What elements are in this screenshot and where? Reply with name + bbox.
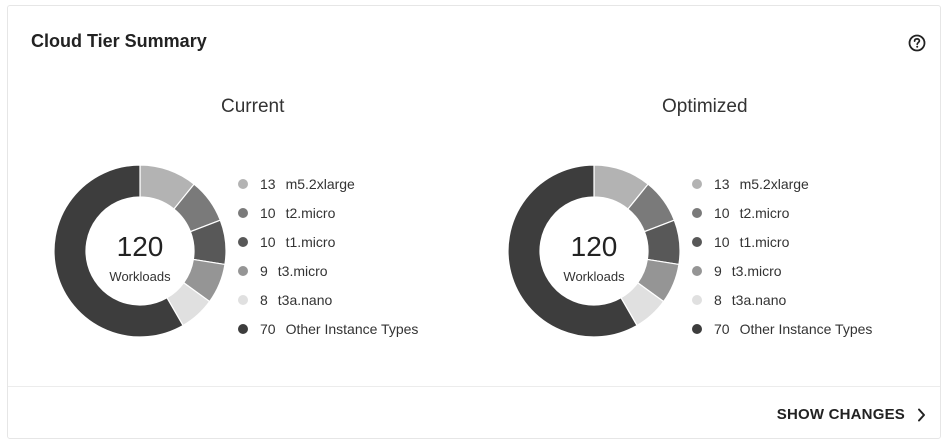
legend-label: Other Instance Types: [285, 320, 419, 337]
legend-item: 10 t2.micro: [238, 198, 418, 227]
legend-swatch: [238, 178, 248, 189]
legend-swatch: [692, 178, 702, 189]
legend-label: t3.micro: [731, 262, 782, 279]
legend-item: 10 t1.micro: [692, 227, 872, 256]
donut-chart-optimized: 120 Workloads: [507, 164, 681, 338]
donut-chart-current: 120 Workloads: [53, 164, 227, 338]
show-changes-label: SHOW CHANGES: [776, 406, 905, 423]
legend-swatch: [238, 323, 248, 334]
panel-title-current: Current: [221, 96, 285, 117]
cloud-tier-summary-card: Cloud Tier Summary Current 120 Workloads…: [7, 5, 941, 439]
legend-swatch: [692, 236, 702, 247]
legend-count: 8: [260, 291, 268, 308]
legend-count: 70: [714, 320, 730, 337]
legend-count: 10: [260, 204, 276, 221]
legend-item: 13 m5.2xlarge: [238, 169, 418, 198]
legend-item: 70 Other Instance Types: [238, 314, 418, 343]
card-title: Cloud Tier Summary: [31, 31, 207, 51]
legend-label: t1.micro: [285, 233, 336, 250]
legend-item: 8 t3a.nano: [238, 285, 418, 314]
legend-label: t2.micro: [285, 204, 336, 221]
legend-swatch: [238, 236, 248, 247]
legend-item: 70 Other Instance Types: [692, 314, 872, 343]
legend-item: 10 t2.micro: [692, 198, 872, 227]
legend-item: 8 t3a.nano: [692, 285, 872, 314]
legend-count: 10: [260, 233, 276, 250]
legend-count: 13: [260, 175, 276, 192]
legend-label: t1.micro: [739, 233, 790, 250]
legend-count: 10: [714, 204, 730, 221]
legend-swatch: [692, 294, 702, 305]
legend-swatch: [238, 207, 248, 218]
legend-count: 8: [714, 291, 722, 308]
legend-count: 13: [714, 175, 730, 192]
legend-swatch: [692, 323, 702, 334]
legend-swatch: [692, 207, 702, 218]
show-changes-link[interactable]: SHOW CHANGES: [777, 406, 926, 423]
legend-item: 10 t1.micro: [238, 227, 418, 256]
legend-label: m5.2xlarge: [285, 175, 355, 192]
legend-label: m5.2xlarge: [739, 175, 809, 192]
total-workloads-label: Workloads: [109, 269, 171, 284]
legend-swatch: [238, 265, 248, 276]
help-circle-icon[interactable]: [908, 34, 926, 52]
total-workloads-value: 120: [117, 231, 164, 262]
legend-count: 70: [260, 320, 276, 337]
legend-count: 9: [260, 262, 268, 279]
legend-item: 13 m5.2xlarge: [692, 169, 872, 198]
panel-title-optimized: Optimized: [662, 96, 748, 117]
legend-label: t3.micro: [277, 262, 328, 279]
legend-label: t2.micro: [739, 204, 790, 221]
legend-swatch: [692, 265, 702, 276]
footer-divider: [8, 386, 940, 387]
legend-item: 9 t3.micro: [692, 256, 872, 285]
legend-label: t3a.nano: [731, 291, 787, 308]
legend-count: 10: [714, 233, 730, 250]
legend-optimized: 13 m5.2xlarge 10 t2.micro 10 t1.micro 9 …: [692, 169, 872, 343]
legend-current: 13 m5.2xlarge 10 t2.micro 10 t1.micro 9 …: [238, 169, 418, 343]
legend-count: 9: [714, 262, 722, 279]
legend-label: Other Instance Types: [739, 320, 873, 337]
legend-label: t3a.nano: [277, 291, 333, 308]
total-workloads-label: Workloads: [563, 269, 625, 284]
chevron-right-icon: [918, 408, 925, 421]
total-workloads-value: 120: [571, 231, 618, 262]
legend-item: 9 t3.micro: [238, 256, 418, 285]
legend-swatch: [238, 294, 248, 305]
